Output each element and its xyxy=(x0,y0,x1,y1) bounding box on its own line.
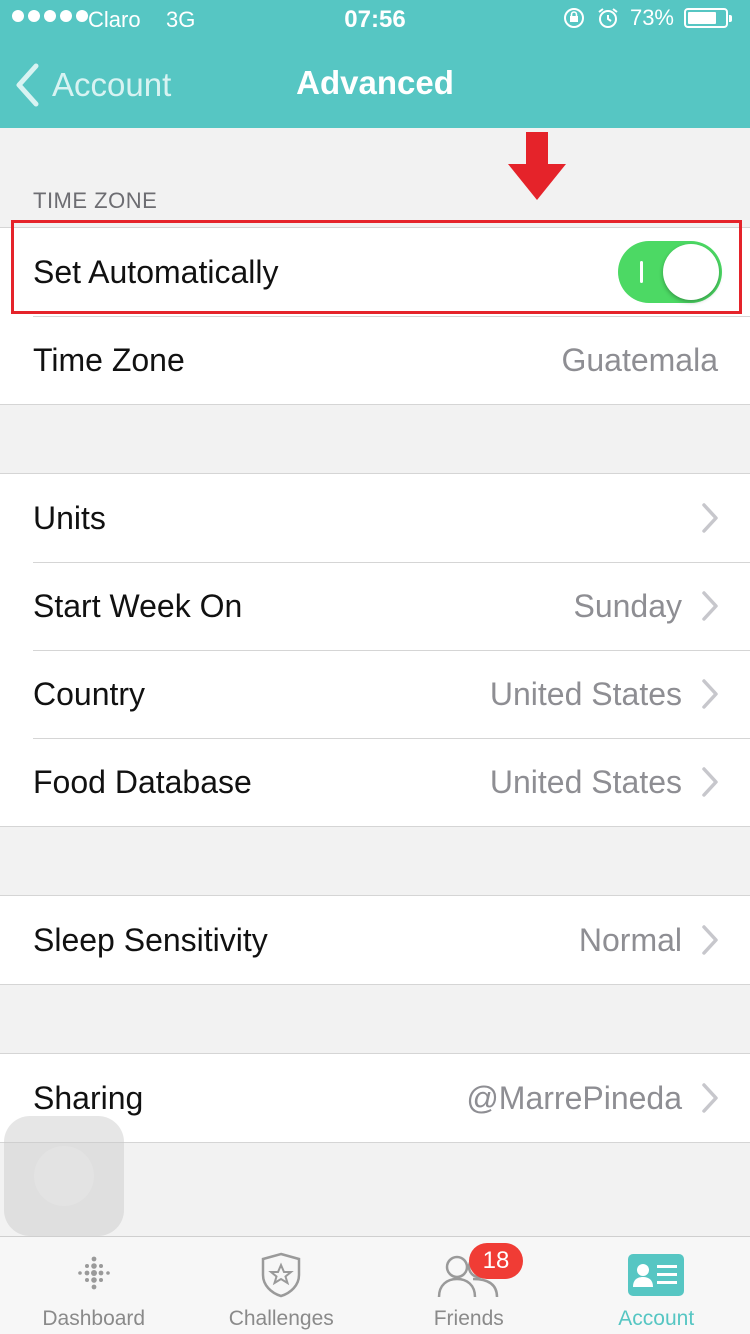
status-icons: 73% xyxy=(562,5,732,31)
set-automatically-toggle[interactable] xyxy=(618,241,722,303)
assistive-touch-button[interactable] xyxy=(4,1116,124,1236)
sleep-sensitivity-label: Sleep Sensitivity xyxy=(33,921,268,958)
arrow-down-icon xyxy=(508,132,566,200)
set-automatically-label: Set Automatically xyxy=(33,253,279,290)
start-week-on-label: Start Week On xyxy=(33,587,243,624)
general-settings-group: Units Start Week On Sunday Country Unite… xyxy=(0,473,750,827)
friends-notification-badge: 18 xyxy=(469,1243,523,1279)
sharing-label: Sharing xyxy=(33,1079,144,1116)
sharing-value: @MarrePineda xyxy=(466,1079,682,1116)
time-zone-label: Time Zone xyxy=(33,341,185,378)
chevron-right-icon xyxy=(702,679,718,709)
food-database-row[interactable]: Food Database United States xyxy=(0,738,750,826)
tab-dashboard[interactable]: Dashboard xyxy=(0,1237,188,1334)
page-title: Advanced xyxy=(296,64,454,101)
battery-percentage: 73% xyxy=(629,5,674,30)
chevron-right-icon xyxy=(702,503,718,533)
units-label: Units xyxy=(33,499,106,536)
tab-bar: Dashboard Challenges 18 Friends Account xyxy=(0,1236,750,1334)
sleep-settings-group: Sleep Sensitivity Normal xyxy=(0,895,750,985)
tab-challenges-label: Challenges xyxy=(228,1307,334,1330)
shield-star-icon xyxy=(262,1252,301,1298)
toggle-on-indicator xyxy=(640,261,643,283)
status-bar: Claro 3G 07:56 73% xyxy=(0,0,750,40)
time-zone-row[interactable]: Time Zone Guatemala xyxy=(0,316,750,404)
tab-account[interactable]: Account xyxy=(563,1237,750,1334)
start-week-on-row[interactable]: Start Week On Sunday xyxy=(0,562,750,650)
section-header-time-zone: TIME ZONE xyxy=(33,188,158,213)
toggle-knob xyxy=(663,244,719,300)
set-automatically-row: Set Automatically xyxy=(0,228,750,316)
chevron-right-icon xyxy=(702,767,718,797)
tab-account-label: Account xyxy=(618,1307,695,1330)
food-database-value: United States xyxy=(489,763,682,800)
alarm-icon xyxy=(598,8,618,28)
chevron-right-icon xyxy=(702,591,718,621)
country-label: Country xyxy=(33,675,146,712)
tab-friends-label: Friends xyxy=(433,1307,504,1330)
tab-challenges[interactable]: Challenges xyxy=(188,1237,376,1334)
sleep-sensitivity-value: Normal xyxy=(578,921,682,958)
food-database-label: Food Database xyxy=(33,763,252,800)
sleep-sensitivity-row[interactable]: Sleep Sensitivity Normal xyxy=(0,896,750,984)
chevron-right-icon xyxy=(702,1083,718,1113)
tab-dashboard-label: Dashboard xyxy=(42,1307,146,1330)
account-card-icon xyxy=(628,1254,685,1296)
navigation-header: Claro 3G 07:56 73% Account Advanced xyxy=(0,0,750,128)
time-zone-group: Set Automatically Time Zone Guatemala xyxy=(0,227,750,405)
start-week-on-value: Sunday xyxy=(573,587,682,624)
chevron-right-icon xyxy=(702,925,718,955)
rotation-lock-icon xyxy=(563,8,584,28)
dashboard-dots-icon xyxy=(77,1256,110,1290)
country-value: United States xyxy=(489,675,682,712)
time-zone-value: Guatemala xyxy=(561,341,718,378)
battery-icon xyxy=(684,8,732,28)
tab-friends[interactable]: 18 Friends xyxy=(375,1237,563,1334)
units-row[interactable]: Units xyxy=(0,474,750,562)
country-row[interactable]: Country United States xyxy=(0,650,750,738)
